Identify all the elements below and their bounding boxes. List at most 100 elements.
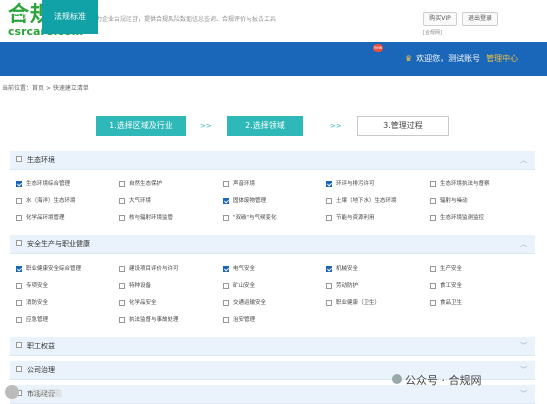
watermark-logo-icon (5, 385, 19, 399)
checkbox[interactable] (430, 198, 436, 204)
option-label: 特种设备 (129, 283, 152, 289)
checkbox[interactable] (16, 283, 22, 289)
section-checkbox[interactable] (16, 366, 22, 372)
checkbox[interactable] (430, 181, 436, 187)
checkbox[interactable] (16, 300, 22, 306)
option-label: 大气环境 (129, 198, 152, 204)
nav-item-knowledge[interactable]: 合规知库 (232, 0, 290, 34)
section-title: 公司治理 (27, 366, 55, 374)
option-label: 消防安全 (26, 300, 49, 306)
step-management-process[interactable]: 3.管理过程 (357, 116, 449, 136)
nav-item-risk-radar[interactable]: 风险雷达 (98, 0, 160, 34)
checkbox[interactable] (16, 266, 22, 272)
checkbox[interactable] (223, 181, 229, 187)
checkbox[interactable] (119, 300, 125, 306)
checkbox[interactable] (16, 317, 22, 323)
step-arrow: >> (330, 122, 342, 130)
checkbox[interactable] (326, 181, 332, 187)
nav-item-regulations[interactable]: 法规标准 (42, 0, 98, 34)
checkbox[interactable] (430, 215, 436, 221)
checkbox[interactable] (16, 181, 22, 187)
section-header-safety[interactable]: 安全生产与职业健康 ︿ (10, 235, 535, 254)
option-label: 交通运输安全 (233, 300, 267, 306)
section-checkbox[interactable] (16, 342, 22, 348)
checkbox[interactable] (223, 300, 229, 306)
crown-icon: ♛ (405, 54, 413, 63)
option-label: 生态环境综合管理 (26, 181, 71, 187)
option-label: 自然生态保护 (129, 181, 163, 187)
option-label: 职业健康（卫生） (336, 300, 381, 306)
chevron-down-icon[interactable]: ﹀ (520, 361, 527, 379)
option-label: 电气安全 (233, 266, 256, 272)
nav-item-academy[interactable]: 合规学堂 (290, 0, 348, 34)
nav-item-drc[interactable]: Dr.C合规博士 (160, 0, 232, 34)
option-label: 固体废物管理 (233, 198, 267, 204)
checkbox[interactable] (430, 300, 436, 306)
checkbox[interactable] (119, 283, 125, 289)
section-header-employee-rights[interactable]: 职工权益 ﹀ (10, 337, 535, 356)
option-label: 环评与排污许可 (336, 181, 375, 187)
checkbox[interactable] (119, 215, 125, 221)
checkbox[interactable] (223, 198, 229, 204)
option-label: 职业健康安全综合管理 (26, 266, 82, 272)
option-label: 矿山安全 (233, 283, 256, 289)
checkbox[interactable] (119, 317, 125, 323)
watermark-right: 公众号 · 合规网 (405, 374, 482, 387)
chevron-up-icon[interactable]: ︿ (520, 235, 527, 253)
step-arrow: >> (200, 122, 212, 130)
option-label: 建设项目评价与许可 (129, 266, 179, 272)
checkbox[interactable] (326, 300, 332, 306)
checkbox[interactable] (223, 283, 229, 289)
checkbox[interactable] (223, 317, 229, 323)
checkbox[interactable] (16, 198, 22, 204)
chevron-down-icon[interactable]: ﹀ (520, 385, 527, 403)
nav-item-events[interactable]: 活动 (348, 0, 390, 34)
vip-note: [合规网] (423, 30, 442, 36)
option-label: 劳动防护 (336, 283, 359, 289)
chevron-up-icon[interactable]: ︿ (520, 151, 527, 169)
option-label: 声音环境 (233, 181, 256, 187)
checkbox[interactable] (119, 266, 125, 272)
checkbox[interactable] (119, 181, 125, 187)
breadcrumb-sep: > (45, 85, 51, 92)
checkbox[interactable] (223, 266, 229, 272)
chevron-down-icon[interactable]: ﹀ (520, 337, 527, 355)
option-label: 辐射与噪动 (440, 198, 468, 204)
step-domain[interactable]: 2.选择领域 (227, 116, 303, 136)
member-center-link[interactable]: 管理中心 (486, 54, 518, 63)
section-checkbox[interactable] (16, 156, 22, 162)
logout-button[interactable]: 退出登录 (462, 12, 498, 26)
section-header-ecology[interactable]: 生态环境 ︿ (10, 151, 535, 170)
checkbox[interactable] (119, 198, 125, 204)
option-label: 专项安全 (26, 283, 49, 289)
buy-vip-button[interactable]: 购买VIP (423, 12, 457, 26)
checkbox[interactable] (430, 266, 436, 272)
nav-item-home[interactable]: 首页 (0, 0, 42, 34)
checkbox[interactable] (326, 215, 332, 221)
breadcrumb: 当前位置：首页 > 快速建立清单 (2, 83, 89, 92)
checkbox[interactable] (326, 266, 332, 272)
watermark-left: 合规视角 (30, 389, 62, 398)
option-label: 化学品安全 (129, 300, 157, 306)
section-title: 生态环境 (27, 156, 55, 164)
option-label: 食工安全 (440, 283, 463, 289)
section-title: 安全生产与职业健康 (27, 240, 90, 248)
checkbox[interactable] (326, 198, 332, 204)
option-label: 机械安全 (336, 266, 359, 272)
step-region-industry[interactable]: 1.选择区域及行业 (96, 116, 186, 136)
wechat-icon (392, 374, 402, 384)
option-label: 生态环境执法与督察 (440, 181, 490, 187)
option-label: 水（海洋）生态环境 (26, 198, 76, 204)
option-label: 化学品环境管理 (26, 215, 65, 221)
breadcrumb-home[interactable]: 首页 (32, 85, 44, 92)
option-label: 生产安全 (440, 266, 463, 272)
option-label: 节能与资源利用 (336, 215, 375, 221)
checkbox[interactable] (223, 215, 229, 221)
checkbox[interactable] (326, 283, 332, 289)
breadcrumb-current: 快速建立清单 (52, 85, 89, 92)
option-label: 执法监督与事故处理 (129, 317, 179, 323)
breadcrumb-prefix: 当前位置： (2, 85, 33, 92)
checkbox[interactable] (430, 283, 436, 289)
checkbox[interactable] (16, 215, 22, 221)
section-checkbox[interactable] (16, 240, 22, 246)
